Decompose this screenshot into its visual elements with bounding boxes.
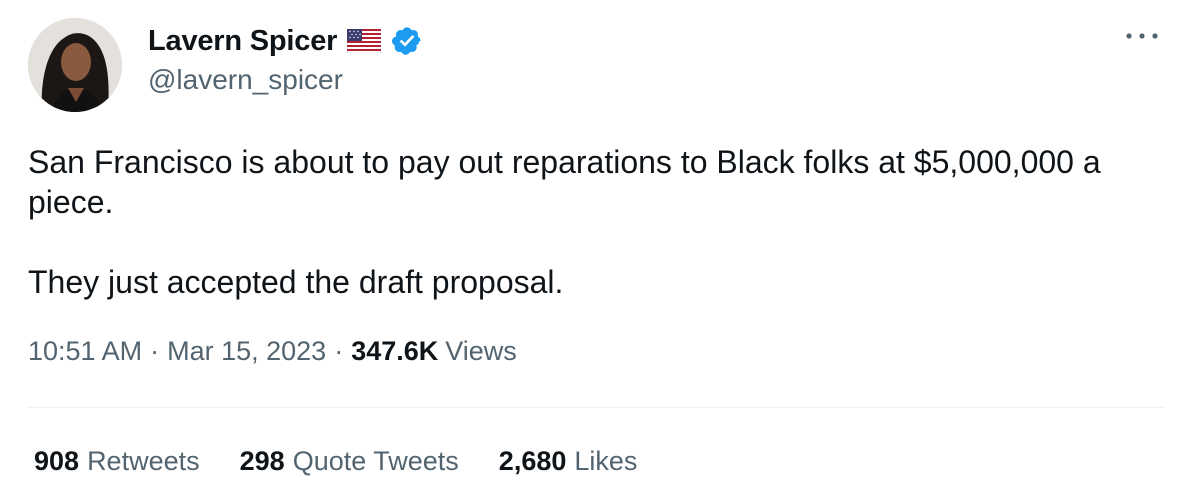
quote-tweets-count: 298	[239, 446, 285, 476]
tweet-time[interactable]: 10:51 AM	[28, 336, 142, 367]
avatar[interactable]	[28, 18, 122, 112]
retweets-count: 908	[34, 446, 80, 476]
verified-badge-icon[interactable]	[391, 25, 423, 57]
author-name-row: Lavern Spicer	[148, 22, 423, 60]
tweet-metadata: 10:51 AM · Mar 15, 2023 · 347.6K Views	[28, 336, 517, 367]
tweet-paragraph: They just accepted the draft proposal.	[28, 264, 564, 300]
views-label[interactable]: Views	[445, 336, 517, 367]
retweets-label: Retweets	[87, 446, 200, 476]
tweet-text: San Francisco is about to pay out repara…	[28, 142, 1148, 302]
likes-count: 2,680	[498, 446, 567, 476]
quote-tweets-stat[interactable]: 298 Quote Tweets	[240, 446, 459, 477]
us-flag-icon	[347, 29, 382, 53]
quote-tweets-label: Quote Tweets	[292, 446, 459, 476]
engagement-stats: 908 Retweets 298 Quote Tweets 2,680 Like…	[34, 446, 677, 477]
tweet-card: Lavern Spicer @lavern_spicer San Francis…	[0, 0, 1190, 492]
tweet-paragraph: San Francisco is about to pay out repara…	[28, 144, 1101, 220]
more-icon	[1126, 33, 1158, 39]
author-display-name[interactable]: Lavern Spicer	[148, 25, 337, 58]
meta-separator: ·	[334, 336, 344, 366]
meta-separator: ·	[150, 336, 160, 366]
retweets-stat[interactable]: 908 Retweets	[34, 446, 200, 477]
likes-label: Likes	[574, 446, 638, 476]
views-count[interactable]: 347.6K	[351, 336, 438, 367]
profile-photo-image	[28, 18, 122, 112]
tweet-date[interactable]: Mar 15, 2023	[167, 336, 326, 367]
divider	[28, 407, 1164, 408]
author-handle[interactable]: @lavern_spicer	[148, 64, 343, 96]
likes-stat[interactable]: 2,680 Likes	[499, 446, 638, 477]
more-options-button[interactable]	[1122, 22, 1162, 50]
